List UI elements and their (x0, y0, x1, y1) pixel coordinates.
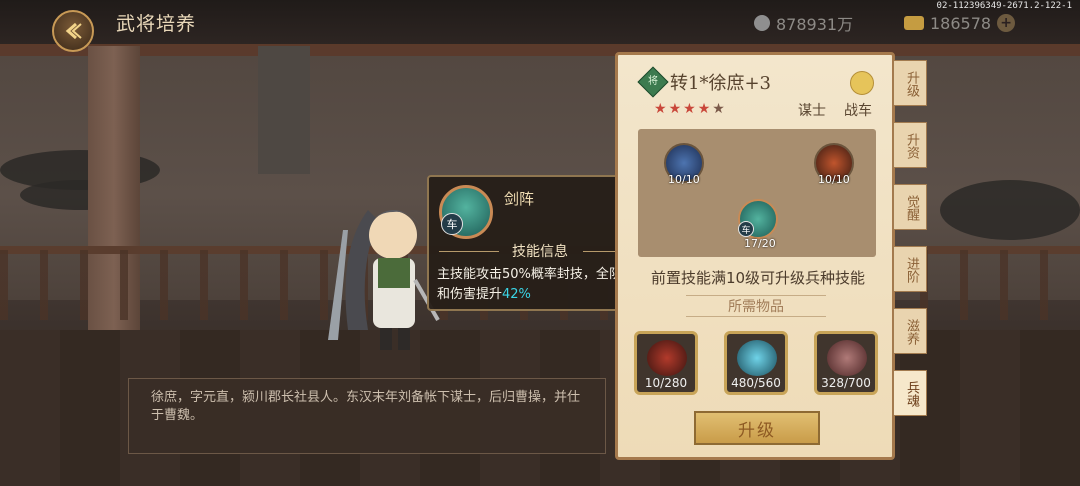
silver-currency: 878931万 (754, 13, 854, 34)
page-title: 武将培养 (116, 13, 197, 35)
chariot-badge: 车 (738, 221, 754, 237)
skill-tree: 10/10 10/10 车 17/20 (638, 129, 876, 257)
skill-node-main-level: 17/20 (744, 237, 776, 250)
star-icon: ★ (683, 101, 696, 117)
skill-name: 剑阵 (504, 190, 535, 208)
chariot-badge: 车 (441, 213, 463, 235)
item-slot-3[interactable]: 328/700 (814, 331, 878, 395)
silver-coin-icon (754, 15, 770, 31)
top-bar: 武将培养 878931万 186578 + 02-112396349-2671.… (0, 0, 1080, 52)
star-icon: ★ (712, 101, 725, 117)
version-label: 02-112396349-2671.2-122-1 (936, 1, 1072, 11)
skill-bonus-value: 42% (502, 287, 531, 302)
role-label: 谋士 (798, 103, 826, 119)
item-slot-2[interactable]: 480/560 (724, 331, 788, 395)
side-tab-1[interactable]: 升级 (893, 60, 927, 106)
star-icon: ★ (697, 101, 711, 117)
item-count: 328/700 (821, 376, 871, 390)
star-icon: ★ (654, 101, 667, 117)
star-icon: ★ (668, 101, 682, 117)
back-arrow-icon (65, 22, 82, 40)
red-rock-icon (827, 340, 867, 376)
hero-bio-text: 徐庶，字元直，颍川郡长社县人。东汉末年刘备帐下谋士，后归曹操，并仕于曹魏。 (151, 390, 581, 423)
side-tab-4[interactable]: 进阶 (893, 246, 927, 292)
background-pillar (258, 44, 310, 174)
item-count: 10/280 (644, 376, 688, 390)
silver-amount: 878931万 (776, 15, 854, 34)
gold-amount: 186578 (930, 13, 992, 33)
side-tab-2[interactable]: 升资 (893, 122, 927, 168)
skill-node-2-level: 10/10 (818, 173, 850, 186)
red-orb-icon (647, 340, 687, 376)
rank-badge: 将 (637, 66, 669, 98)
skill-node-1-level: 10/10 (668, 173, 700, 186)
hero-name: 转1*徐庶+3 (670, 73, 771, 94)
upgrade-button[interactable]: 升级 (694, 411, 820, 445)
side-tab-3[interactable]: 觉醒 (893, 184, 927, 230)
required-items-title: 所需物品 (686, 295, 826, 317)
add-gold-icon[interactable]: + (997, 14, 1016, 32)
cyan-crystal-icon (737, 340, 777, 376)
side-tab-5[interactable]: 滋养 (893, 308, 927, 354)
hero-bio-box: 徐庶，字元直，颍川郡长社县人。东汉末年刘备帐下谋士，后归曹操，并仕于曹魏。 (128, 378, 606, 454)
troop-type-icon[interactable] (850, 71, 874, 95)
troop-label: 战车 (844, 103, 872, 119)
item-count: 480/560 (731, 376, 781, 390)
star-rating: ★ ★ ★ ★ ★ (654, 101, 725, 117)
background-tree (940, 180, 1080, 240)
gold-currency: 186578 + (904, 13, 1016, 33)
upgrade-panel: 将 转1*徐庶+3 ★ ★ ★ ★ ★ 谋士 战车 10/10 10/10 车 17/2… (615, 52, 895, 460)
item-slot-1[interactable]: 10/280 (634, 331, 698, 395)
prerequisite-text: 前置技能满10级可升级兵种技能 (650, 269, 866, 287)
gold-ingot-icon (904, 16, 924, 30)
back-button[interactable] (52, 10, 94, 52)
side-tab-6[interactable]: 兵魂 (893, 370, 927, 416)
